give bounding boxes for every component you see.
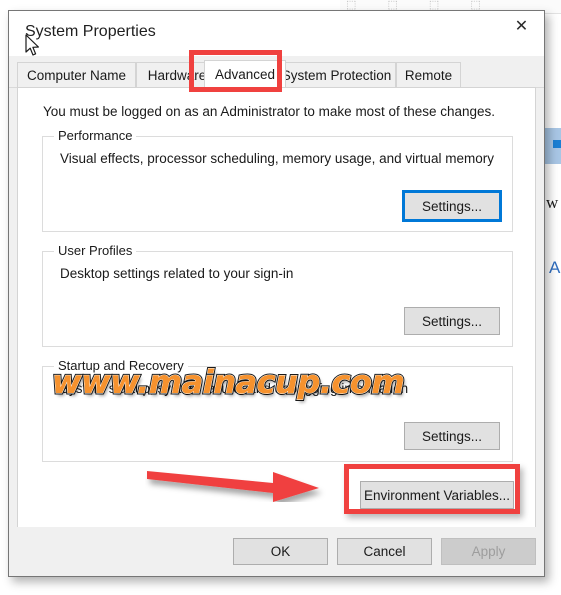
startup-recovery-settings-button[interactable]: Settings...	[404, 422, 500, 450]
tab-advanced[interactable]: Advanced	[204, 60, 286, 87]
background-text-fragment-a: A	[549, 258, 561, 277]
tab-label: Computer Name	[26, 67, 127, 83]
tab-computer-name[interactable]: Computer Name	[17, 62, 136, 87]
tab-remote[interactable]: Remote	[396, 62, 461, 87]
button-label: Apply	[471, 544, 506, 559]
red-arrow-annotation	[147, 471, 319, 502]
button-label: Environment Variables...	[363, 487, 511, 503]
user-profiles-description: Desktop settings related to your sign-in	[60, 266, 294, 281]
tab-system-protection[interactable]: System Protection	[277, 62, 396, 87]
tab-label: Hardware	[147, 67, 207, 83]
button-label: Settings...	[421, 428, 483, 444]
tab-label: System Protection	[281, 67, 392, 83]
cancel-button[interactable]: Cancel	[337, 538, 432, 565]
button-label: Cancel	[363, 544, 406, 559]
button-label: Settings...	[421, 313, 483, 329]
tab-label: Advanced	[214, 66, 276, 82]
ok-button[interactable]: OK	[233, 538, 328, 565]
performance-group: Performance Visual effects, processor sc…	[42, 128, 513, 232]
mouse-cursor-icon	[25, 34, 39, 56]
button-label: Settings...	[421, 198, 483, 214]
environment-variables-button[interactable]: Environment Variables...	[360, 481, 514, 509]
performance-group-label: Performance	[54, 128, 137, 143]
background-blue-square	[553, 140, 561, 148]
close-icon[interactable]: ✕	[499, 11, 544, 41]
dialog-title: System Properties	[25, 23, 156, 40]
tab-label: Remote	[404, 67, 453, 83]
user-profiles-group: User Profiles Desktop settings related t…	[42, 243, 513, 347]
button-label: OK	[270, 544, 291, 559]
background-text-fragment-w: w	[546, 193, 559, 212]
dialog-footer: OK Cancel Apply	[9, 527, 544, 576]
performance-settings-button[interactable]: Settings...	[402, 190, 502, 222]
tab-strip: Computer Name Hardware Advanced System P…	[9, 56, 544, 88]
user-profiles-group-label: User Profiles	[54, 243, 137, 258]
watermark-text: www.mainacup.com	[52, 363, 405, 401]
dialog-titlebar: System Properties ✕	[9, 11, 544, 56]
user-profiles-settings-button[interactable]: Settings...	[404, 307, 500, 335]
performance-description: Visual effects, processor scheduling, me…	[60, 151, 494, 166]
apply-button[interactable]: Apply	[441, 538, 536, 565]
admin-notice: You must be logged on as an Administrato…	[43, 104, 496, 119]
